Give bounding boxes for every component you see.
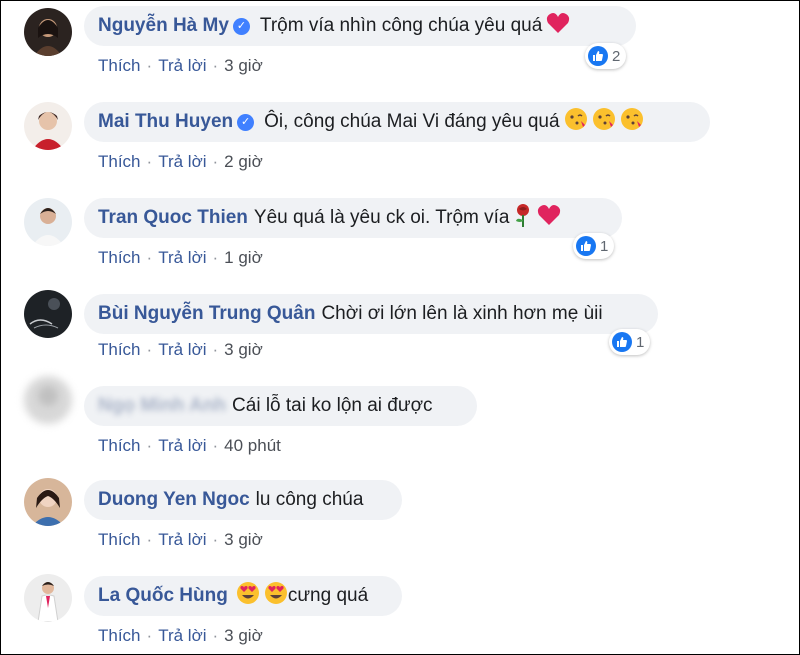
separator: ·: [212, 530, 219, 549]
reply-link[interactable]: Trả lời: [158, 56, 206, 75]
like-link[interactable]: Thích: [98, 340, 141, 359]
separator: ·: [146, 152, 153, 171]
comment-text: Cái lỗ tai ko lộn ai được: [232, 395, 433, 416]
kiss-face-icon: [564, 107, 588, 137]
like-link[interactable]: Thích: [98, 436, 141, 455]
reply-link[interactable]: Trả lời: [158, 152, 206, 171]
rose-icon: [513, 203, 533, 233]
verified-badge-icon: ✓: [232, 17, 250, 35]
like-icon: [588, 46, 608, 66]
comment-actions: Thích · Trả lời · 3 giờ: [98, 530, 263, 550]
comment-bubble: La Quốc Hùng cưng quá: [84, 576, 402, 616]
separator: ·: [212, 152, 219, 171]
heart-eyes-icon: [236, 581, 260, 611]
comment-actions: Thích · Trả lời · 40 phút: [98, 436, 281, 456]
author-name[interactable]: Mai Thu Huyen: [98, 111, 233, 133]
comment-bubble: Nguyễn Hà My ✓ Trộm vía nhìn công chúa y…: [84, 6, 636, 46]
avatar[interactable]: [24, 102, 72, 150]
like-icon: [612, 332, 632, 352]
timestamp[interactable]: 3 giờ: [224, 626, 263, 645]
avatar[interactable]: [24, 574, 72, 622]
separator: ·: [146, 248, 153, 267]
reaction-number: 1: [600, 237, 609, 255]
author-name[interactable]: Tran Quoc Thien: [98, 207, 248, 229]
reply-link[interactable]: Trả lời: [158, 626, 206, 645]
comment-text: Chời ơi lớn lên là xinh hơn mẹ ùii: [321, 303, 603, 324]
like-icon: [576, 236, 596, 256]
comment-bubble: Tran Quoc Thien Yêu quá là yêu ck oi. Tr…: [84, 198, 622, 238]
separator: ·: [212, 626, 219, 645]
timestamp[interactable]: 40 phút: [224, 436, 281, 455]
comment-bubble: Bùi Nguyễn Trung Quân Chời ơi lớn lên là…: [84, 294, 658, 334]
timestamp[interactable]: 3 giờ: [224, 56, 263, 75]
heart-eyes-icon: [264, 581, 288, 611]
reaction-count[interactable]: 1: [573, 233, 615, 259]
author-name[interactable]: Bùi Nguyễn Trung Quân: [98, 303, 315, 325]
separator: ·: [146, 530, 153, 549]
comment-text: Ôi, công chúa Mai Vi đáng yêu quá: [264, 111, 560, 132]
comment-actions: Thích · Trả lời · 2 giờ: [98, 152, 263, 172]
like-link[interactable]: Thích: [98, 626, 141, 645]
reply-link[interactable]: Trả lời: [158, 340, 206, 359]
comment-actions: Thích · Trả lời · 3 giờ: [98, 56, 263, 76]
comment-actions: Thích · Trả lời · 3 giờ: [98, 626, 263, 646]
comment-bubble: Duong Yen Ngoc lu công chúa: [84, 480, 402, 520]
separator: ·: [146, 436, 153, 455]
like-link[interactable]: Thích: [98, 530, 141, 549]
author-name[interactable]: Ngọ Minh Anh: [98, 395, 226, 417]
reaction-count[interactable]: 2: [585, 43, 627, 69]
kiss-face-icon: [620, 107, 644, 137]
comment-text: cưng quá: [287, 585, 369, 606]
heart-icon: [546, 12, 570, 40]
reply-link[interactable]: Trả lời: [158, 530, 206, 549]
author-name[interactable]: Nguyễn Hà My: [98, 15, 229, 37]
reply-link[interactable]: Trả lời: [158, 248, 206, 267]
separator: ·: [212, 436, 219, 455]
timestamp[interactable]: 2 giờ: [224, 152, 263, 171]
separator: ·: [146, 340, 153, 359]
timestamp[interactable]: 3 giờ: [224, 340, 263, 359]
like-link[interactable]: Thích: [98, 56, 141, 75]
kiss-face-icon: [592, 107, 616, 137]
separator: ·: [146, 626, 153, 645]
comment-text: Trộm vía nhìn công chúa yêu quá: [259, 15, 543, 36]
comment-text: Yêu quá là yêu ck oi. Trộm vía: [253, 207, 510, 228]
comment-bubble: Mai Thu Huyen ✓ Ôi, công chúa Mai Vi đán…: [84, 102, 710, 142]
avatar[interactable]: [24, 290, 72, 338]
separator: ·: [146, 56, 153, 75]
reaction-count[interactable]: 1: [609, 329, 651, 355]
timestamp[interactable]: 1 giờ: [224, 248, 263, 267]
reply-link[interactable]: Trả lời: [158, 436, 206, 455]
avatar[interactable]: [24, 478, 72, 526]
like-link[interactable]: Thích: [98, 248, 141, 267]
comment-actions: Thích · Trả lời · 1 giờ: [98, 248, 263, 268]
comment-bubble: Ngọ Minh Anh Cái lỗ tai ko lộn ai được: [84, 386, 477, 426]
comment-actions: Thích · Trả lời · 3 giờ: [98, 340, 263, 360]
author-name[interactable]: Duong Yen Ngoc: [98, 489, 250, 511]
avatar[interactable]: [24, 8, 72, 56]
comment-text: lu công chúa: [255, 489, 364, 510]
separator: ·: [212, 248, 219, 267]
avatar[interactable]: [24, 198, 72, 246]
author-name[interactable]: La Quốc Hùng: [98, 585, 228, 607]
reaction-number: 2: [612, 47, 621, 65]
like-link[interactable]: Thích: [98, 152, 141, 171]
avatar[interactable]: [24, 376, 72, 424]
reaction-number: 1: [636, 333, 645, 351]
separator: ·: [212, 56, 219, 75]
timestamp[interactable]: 3 giờ: [224, 530, 263, 549]
verified-badge-icon: ✓: [237, 113, 255, 131]
heart-icon: [537, 204, 561, 232]
separator: ·: [212, 340, 219, 359]
